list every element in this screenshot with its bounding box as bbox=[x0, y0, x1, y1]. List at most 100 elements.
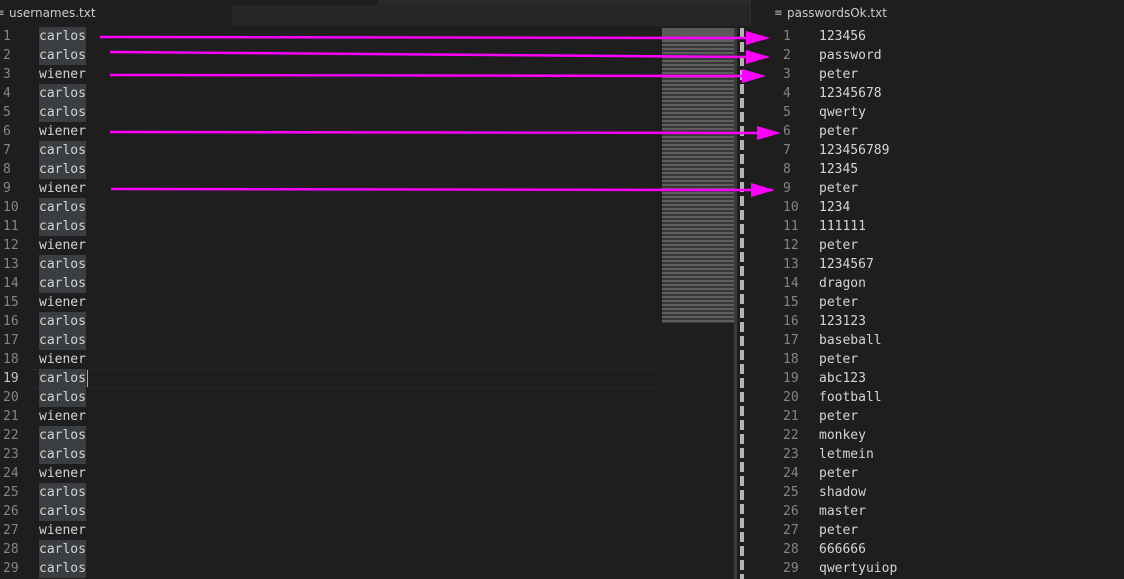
line-text: qwerty bbox=[819, 105, 866, 120]
line-number: 5 bbox=[3, 105, 11, 120]
line-number: 26 bbox=[3, 504, 19, 519]
line-text: carlos bbox=[39, 46, 86, 65]
line-text: peter bbox=[819, 238, 859, 253]
line-text: peter bbox=[819, 409, 859, 424]
line-number: 19 bbox=[783, 371, 799, 386]
line-text: peter bbox=[819, 124, 859, 139]
line-number: 26 bbox=[783, 504, 799, 519]
file-lines-icon: ≡ bbox=[774, 7, 783, 19]
line-number: 21 bbox=[783, 409, 799, 424]
line-text: 12345 bbox=[819, 162, 859, 177]
line-number: 14 bbox=[3, 276, 19, 291]
line-number: 18 bbox=[3, 352, 19, 367]
line-text: carlos bbox=[39, 198, 86, 217]
line-text: carlos bbox=[39, 27, 86, 46]
line-text: carlos bbox=[39, 331, 86, 350]
line-text: carlos bbox=[39, 540, 86, 559]
line-number: 15 bbox=[783, 295, 799, 310]
line-number: 8 bbox=[3, 162, 11, 177]
line-text: wiener bbox=[39, 295, 86, 310]
line-number: 1 bbox=[3, 29, 11, 44]
line-text: master bbox=[819, 504, 866, 519]
tab-passwords[interactable]: ≡ passwordsOk.txt bbox=[750, 0, 1124, 26]
line-number: 22 bbox=[783, 428, 799, 443]
line-number: 12 bbox=[3, 238, 19, 253]
line-text: dragon bbox=[819, 276, 866, 291]
usernames-editor[interactable]: 1 carlos 2 carlos 3 wiener 4 carlos 5 carlos 6 wien… bbox=[0, 26, 660, 579]
line-text: wiener bbox=[39, 181, 86, 196]
line-text: peter bbox=[819, 523, 859, 538]
line-text: 1234 bbox=[819, 200, 851, 215]
line-text: peter bbox=[819, 466, 859, 481]
line-number: 9 bbox=[783, 181, 791, 196]
line-text: 12345678 bbox=[819, 86, 882, 101]
tab-bar: ≡ usernames.txt ≡ passwordsOk.txt bbox=[0, 0, 1124, 26]
line-number: 27 bbox=[3, 523, 19, 538]
line-text: 123456 bbox=[819, 29, 866, 44]
line-number: 11 bbox=[3, 219, 19, 234]
line-text: carlos bbox=[39, 160, 86, 179]
line-number: 10 bbox=[783, 200, 799, 215]
line-number: 6 bbox=[3, 124, 11, 139]
line-number: 29 bbox=[783, 561, 799, 576]
editor-window: ≡ usernames.txt ≡ passwordsOk.txt 1 carlo… bbox=[0, 0, 1124, 579]
line-text: peter bbox=[819, 67, 859, 82]
line-text: letmein bbox=[819, 447, 874, 462]
line-text: wiener bbox=[39, 352, 86, 367]
current-line-highlight bbox=[28, 369, 654, 388]
line-number: 23 bbox=[783, 447, 799, 462]
line-text: carlos bbox=[39, 483, 86, 502]
line-text: carlos bbox=[39, 274, 86, 293]
line-number: 27 bbox=[783, 523, 799, 538]
line-number: 9 bbox=[3, 181, 11, 196]
line-text: wiener bbox=[39, 124, 86, 139]
line-number: 28 bbox=[3, 542, 19, 557]
line-number: 13 bbox=[3, 257, 19, 272]
line-text: abc123 bbox=[819, 371, 866, 386]
passwords-editor[interactable]: 1 123456 2 password 3 peter 4 12345678 5 qwerty 6 p… bbox=[750, 26, 1124, 579]
line-text: carlos bbox=[39, 141, 86, 160]
line-number: 20 bbox=[3, 390, 19, 405]
line-text: 111111 bbox=[819, 219, 866, 234]
line-number: 20 bbox=[783, 390, 799, 405]
line-number: 19 bbox=[3, 371, 19, 386]
line-text: monkey bbox=[819, 428, 866, 443]
line-number: 23 bbox=[3, 447, 19, 462]
line-text: wiener bbox=[39, 67, 86, 82]
editor-split-divider[interactable] bbox=[740, 28, 744, 579]
minimap[interactable] bbox=[662, 28, 734, 323]
line-number: 24 bbox=[3, 466, 19, 481]
line-text: peter bbox=[819, 352, 859, 367]
minimap-slider[interactable] bbox=[662, 28, 734, 40]
line-number: 5 bbox=[783, 105, 791, 120]
line-number: 24 bbox=[783, 466, 799, 481]
line-number: 14 bbox=[783, 276, 799, 291]
line-number: 12 bbox=[783, 238, 799, 253]
line-text: 1234567 bbox=[819, 257, 874, 272]
line-number: 2 bbox=[3, 48, 11, 63]
line-text: wiener bbox=[39, 523, 86, 538]
tab-bar-spacer-2 bbox=[378, 0, 750, 5]
tab-label: passwordsOk.txt bbox=[787, 6, 887, 20]
vertical-scrollbar[interactable] bbox=[734, 28, 737, 579]
line-number: 25 bbox=[3, 485, 19, 500]
tab-label: usernames.txt bbox=[9, 6, 96, 20]
line-text: carlos bbox=[39, 255, 86, 274]
tab-usernames[interactable]: ≡ usernames.txt bbox=[0, 0, 232, 26]
line-text: password bbox=[819, 48, 882, 63]
line-text: carlos bbox=[39, 217, 86, 236]
line-text: carlos bbox=[39, 84, 86, 103]
line-text: carlos bbox=[39, 369, 86, 388]
line-text: football bbox=[819, 390, 882, 405]
line-text: wiener bbox=[39, 466, 86, 481]
line-number: 10 bbox=[3, 200, 19, 215]
line-text: baseball bbox=[819, 333, 882, 348]
line-text: 123456789 bbox=[819, 143, 890, 158]
line-number: 4 bbox=[783, 86, 791, 101]
line-text: 666666 bbox=[819, 542, 866, 557]
line-number: 16 bbox=[3, 314, 19, 329]
line-number: 11 bbox=[783, 219, 799, 234]
line-text: shadow bbox=[819, 485, 866, 500]
line-text: peter bbox=[819, 181, 859, 196]
line-text: wiener bbox=[39, 238, 86, 253]
